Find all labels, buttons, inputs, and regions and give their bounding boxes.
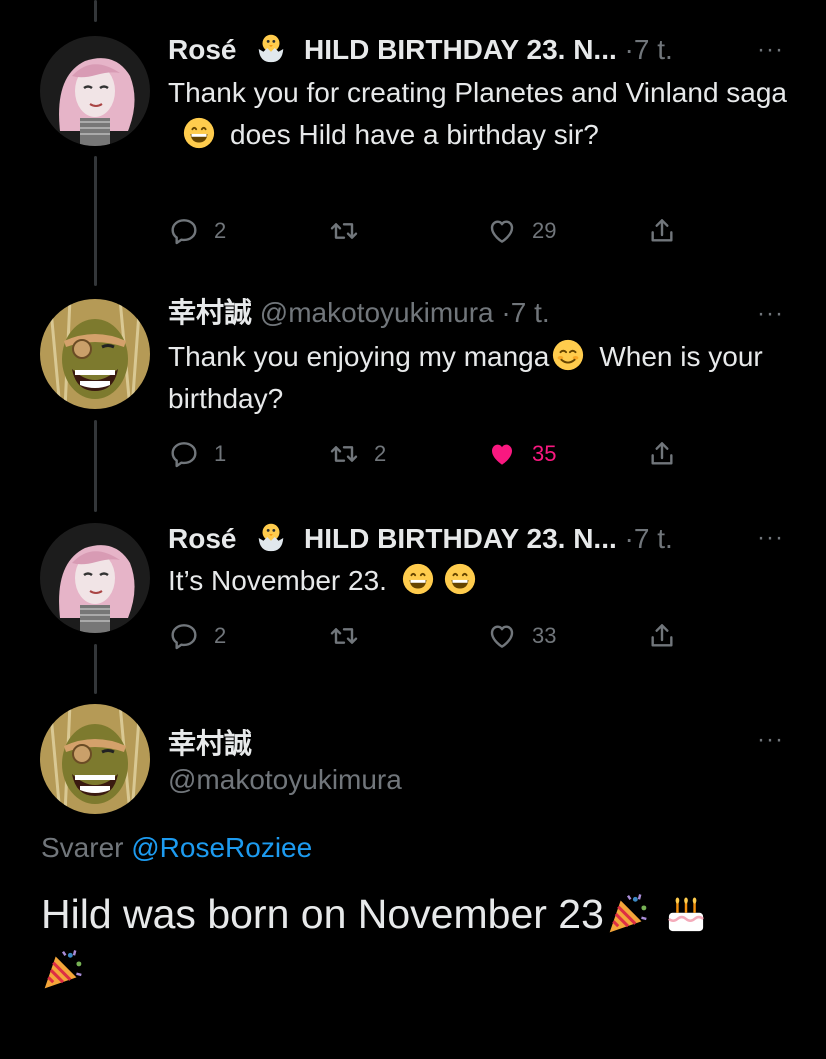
more-icon[interactable]: ···: [757, 300, 784, 328]
mention-link[interactable]: @RoseRoziee: [131, 832, 312, 863]
like-count: 29: [532, 218, 557, 243]
display-name[interactable]: Rosé: [168, 34, 236, 65]
like-icon: [486, 620, 518, 652]
avatar[interactable]: [40, 36, 150, 146]
like-button[interactable]: 33: [486, 616, 556, 656]
reply-button[interactable]: 1: [168, 434, 226, 474]
tweet-text-part: Thank you for creating Planetes and Vinl…: [168, 77, 788, 108]
retweet-button[interactable]: [328, 616, 374, 656]
reply-count: 2: [214, 623, 227, 648]
display-name[interactable]: Rosé: [168, 523, 236, 554]
reply-count: 1: [214, 441, 227, 466]
like-icon: [486, 438, 518, 470]
display-name[interactable]: 幸村誠: [168, 722, 252, 762]
birthday-cake-emoji: [664, 892, 708, 936]
share-button[interactable]: [646, 434, 692, 474]
replying-label: Svarer: [41, 832, 124, 863]
party-popper-emoji: [41, 948, 85, 992]
retweet-button[interactable]: [328, 211, 374, 251]
retweet-button[interactable]: 2: [328, 434, 386, 474]
retweet-icon: [328, 215, 360, 247]
separator: ·: [624, 523, 634, 554]
share-button[interactable]: [646, 211, 692, 251]
more-icon[interactable]: ···: [757, 36, 784, 64]
retweet-count: 2: [374, 441, 387, 466]
tweet-actions: 1 2 35: [168, 434, 688, 474]
thread-line: [94, 156, 97, 286]
share-icon: [646, 620, 678, 652]
more-icon[interactable]: ···: [757, 524, 784, 552]
tweet-text: It’s November 23.: [168, 560, 788, 602]
like-button[interactable]: 29: [486, 211, 556, 251]
tweet-actions: 2 29: [168, 211, 688, 251]
reply-button[interactable]: 2: [168, 616, 226, 656]
like-button[interactable]: 35: [486, 434, 556, 474]
share-button[interactable]: [646, 616, 692, 656]
tweet-header: Rosé HILD BIRTHDAY 23. N... ·7 t.: [168, 520, 673, 556]
reply-icon: [168, 215, 200, 247]
tweet-header: Rosé HILD BIRTHDAY 23. N... ·7 t.: [168, 31, 673, 67]
like-count: 33: [532, 623, 557, 648]
reply-button[interactable]: 2: [168, 211, 226, 251]
tweet-text: Thank you enjoying my manga When is your …: [168, 336, 788, 420]
share-icon: [646, 215, 678, 247]
retweet-icon: [328, 438, 360, 470]
smile-emoji: [551, 338, 585, 372]
thread-line: [94, 644, 97, 694]
reply-icon: [168, 438, 200, 470]
display-name[interactable]: 幸村誠: [168, 297, 252, 328]
grin-emoji: [443, 562, 477, 596]
handle[interactable]: @makotoyukimura: [260, 297, 494, 328]
tweet-actions: 2 33: [168, 616, 688, 656]
thread-line: [94, 420, 97, 512]
hatching-chick-emoji: [254, 520, 288, 554]
timestamp[interactable]: 7 t.: [634, 34, 673, 65]
replying-to: Svarer @RoseRoziee: [41, 832, 312, 864]
party-popper-emoji: [606, 892, 650, 936]
main-tweet-text-part: Hild was born on November 23: [41, 891, 604, 937]
tweet-header: 幸村誠 @makotoyukimura ·7 t.: [168, 296, 550, 330]
grin-emoji: [182, 116, 216, 150]
like-icon: [486, 215, 518, 247]
display-name-suffix: HILD BIRTHDAY 23. N...: [304, 523, 617, 554]
avatar[interactable]: [40, 704, 150, 814]
handle[interactable]: @makotoyukimura: [168, 764, 402, 796]
tweet-text: Thank you for creating Planetes and Vinl…: [168, 72, 788, 156]
thread-line: [94, 0, 97, 22]
tweet-text-part: Thank you enjoying my manga: [168, 341, 550, 372]
display-name-suffix: HILD BIRTHDAY 23. N...: [304, 34, 617, 65]
main-tweet-text: Hild was born on November 23: [41, 886, 801, 998]
separator: ·: [624, 34, 634, 65]
grin-emoji: [401, 562, 435, 596]
reply-count: 2: [214, 218, 227, 243]
reply-icon: [168, 620, 200, 652]
hatching-chick-emoji: [254, 31, 288, 65]
timestamp[interactable]: 7 t.: [511, 297, 550, 328]
share-icon: [646, 438, 678, 470]
timestamp[interactable]: 7 t.: [634, 523, 673, 554]
more-icon[interactable]: ···: [757, 726, 784, 754]
tweet-text-part: does Hild have a birthday sir?: [230, 119, 599, 150]
retweet-icon: [328, 620, 360, 652]
tweet-text-part: It’s November 23.: [168, 565, 387, 596]
avatar[interactable]: [40, 299, 150, 409]
like-count: 35: [532, 441, 557, 466]
avatar[interactable]: [40, 523, 150, 633]
separator: ·: [501, 297, 511, 328]
